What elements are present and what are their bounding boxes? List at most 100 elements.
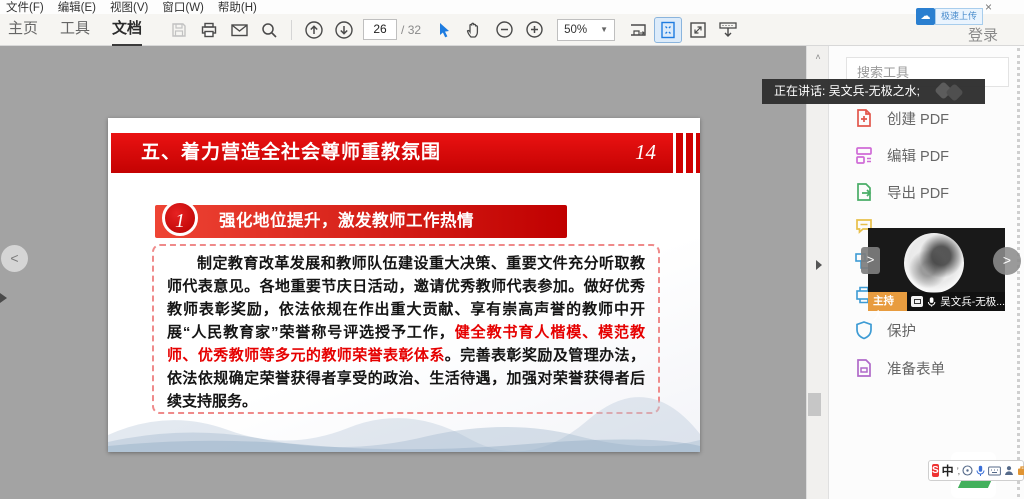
fit-page-button[interactable]: [655, 18, 681, 42]
next-page-button[interactable]: [331, 18, 357, 42]
microphone-icon: [927, 296, 936, 308]
hand-icon: [465, 21, 483, 39]
cursor-icon: [436, 21, 452, 39]
scrollbar-thumb[interactable]: [808, 393, 821, 416]
slide-page-number: 14: [635, 140, 656, 165]
menu-bar: 文件(F) 编辑(E) 视图(V) 窗口(W) 帮助(H) ×: [0, 0, 1024, 14]
cloud-upload-badge[interactable]: ☁ 极速上传: [916, 8, 983, 25]
video-status-bar: 主持人 吴文兵-无极...: [868, 292, 1005, 311]
slide-body-box: 制定教育改革发展和教师队伍建设重大决策、重要文件充分听取教师代表意见。各地重要节…: [152, 244, 660, 414]
speaking-toast: 正在讲话: 吴文兵-无极之水;: [762, 79, 985, 104]
next-participant-button[interactable]: >: [993, 247, 1021, 275]
panel-item-export-pdf[interactable]: 导出 PDF: [853, 181, 949, 203]
vertical-scrollbar[interactable]: ˄: [806, 46, 828, 499]
pdf-page: 五、着力营造全社会尊师重教氛围 14 1 强化地位提升，激发教师工作热情 制定教…: [108, 118, 700, 452]
panel-expand-arrow-icon[interactable]: [816, 260, 822, 270]
slide-title-banner: 五、着力营造全社会尊师重教氛围 14: [111, 133, 700, 173]
section-number-badge: 1: [162, 200, 198, 236]
tab-tools[interactable]: 工具: [60, 14, 90, 46]
login-button[interactable]: 登录: [968, 24, 998, 45]
fit-width-icon: [628, 20, 648, 40]
title-stripes-decoration: [673, 133, 700, 173]
upload-badge-label: 极速上传: [935, 8, 983, 25]
toolbox-icon[interactable]: [1017, 465, 1024, 476]
voice-input-icon[interactable]: [976, 465, 985, 477]
zoom-in-button[interactable]: [521, 18, 547, 42]
panel-item-edit-pdf[interactable]: 编辑 PDF: [853, 144, 949, 166]
zoom-level-value: 50%: [564, 24, 587, 36]
zoom-out-button[interactable]: [491, 18, 517, 42]
meeting-logo-icon: [935, 83, 969, 100]
email-button[interactable]: [226, 18, 252, 42]
slide-body-text: 制定教育改革发展和教师队伍建设重大决策、重要文件充分听取教师代表意见。各地重要节…: [167, 252, 645, 413]
slide-section-banner: 1 强化地位提升，激发教师工作热情: [155, 205, 567, 238]
search-button[interactable]: [256, 18, 282, 42]
save-button[interactable]: [166, 18, 192, 42]
reflow-icon: [717, 20, 739, 40]
ime-toolbar[interactable]: S 中 ’,: [928, 460, 1024, 481]
search-icon: [260, 21, 278, 39]
panel-item-create-pdf[interactable]: 创建 PDF: [853, 107, 949, 129]
tab-home[interactable]: 主页: [8, 14, 38, 46]
keyboard-icon[interactable]: [988, 466, 1001, 476]
panel-item-prepare-form[interactable]: 准备表单: [853, 357, 945, 379]
zoom-in-icon: [525, 20, 544, 39]
section-title: 强化地位提升，激发教师工作热情: [219, 205, 474, 238]
ime-mode-chinese[interactable]: 中: [942, 462, 954, 479]
page-total-label: / 32: [401, 23, 421, 37]
panel-item-label: 导出 PDF: [887, 182, 949, 203]
host-badge: 主持人: [868, 292, 907, 311]
chevron-down-icon: ▼: [600, 25, 608, 34]
menu-help[interactable]: 帮助(H): [218, 0, 257, 15]
protect-icon: [853, 319, 875, 341]
previous-slide-button[interactable]: <: [1, 245, 28, 272]
meeting-video-thumbnail[interactable]: 主持人 吴文兵-无极...: [868, 228, 1005, 311]
document-viewport[interactable]: 五、着力营造全社会尊师重教氛围 14 1 强化地位提升，激发教师工作热情 制定教…: [0, 46, 830, 499]
page-down-icon: [334, 20, 354, 40]
previous-page-button[interactable]: [301, 18, 327, 42]
account-icon[interactable]: [1004, 465, 1014, 476]
reflow-button[interactable]: [715, 18, 741, 42]
select-tool-button[interactable]: [431, 18, 457, 42]
panel-item-label: 编辑 PDF: [887, 145, 949, 166]
print-button[interactable]: [196, 18, 222, 42]
panel-item-label: 保护: [887, 320, 916, 341]
menu-window[interactable]: 窗口(W): [162, 0, 204, 15]
actual-size-icon: [688, 20, 708, 40]
export-pdf-icon: [853, 181, 875, 203]
prepare-form-icon: [853, 357, 875, 379]
page-up-icon: [304, 20, 324, 40]
participant-name: 吴文兵-无极...: [940, 294, 1005, 309]
edit-pdf-icon: [853, 144, 875, 166]
scroll-up-icon[interactable]: ˄: [807, 52, 829, 62]
panel-item-label: 创建 PDF: [887, 108, 949, 129]
avatar: [904, 233, 964, 293]
sogou-logo-icon[interactable]: S: [932, 464, 939, 477]
panel-item-protect[interactable]: 保护: [853, 319, 916, 341]
ime-punctuation[interactable]: ’,: [957, 466, 960, 476]
toolbar-divider: [291, 20, 292, 40]
cloud-icon: ☁: [916, 8, 935, 25]
left-panel-arrow-icon[interactable]: [0, 293, 7, 303]
video-panel-collapse-button[interactable]: >: [861, 247, 880, 274]
save-icon: [170, 21, 188, 39]
page-number-input[interactable]: 26: [363, 19, 397, 40]
speaking-toast-text: 正在讲话: 吴文兵-无极之水;: [774, 84, 920, 98]
fit-width-button[interactable]: [625, 18, 651, 42]
tab-document[interactable]: 文档: [112, 14, 142, 46]
toolbar: 主页 工具 文档: [0, 14, 1024, 46]
print-icon: [200, 21, 218, 39]
emoji-icon[interactable]: [962, 465, 973, 476]
panel-scrollbar[interactable]: [1017, 48, 1020, 497]
mountain-watermark: [108, 390, 700, 452]
slide-title: 五、着力营造全社会尊师重教氛围: [141, 133, 441, 173]
close-icon[interactable]: ×: [985, 0, 992, 14]
zoom-level-select[interactable]: 50% ▼: [557, 19, 615, 41]
fit-page-icon: [659, 20, 677, 40]
screen-share-icon: [911, 296, 923, 307]
zoom-out-icon: [495, 20, 514, 39]
create-pdf-icon: [853, 107, 875, 129]
panel-item-label: 准备表单: [887, 358, 945, 379]
actual-size-button[interactable]: [685, 18, 711, 42]
hand-tool-button[interactable]: [461, 18, 487, 42]
